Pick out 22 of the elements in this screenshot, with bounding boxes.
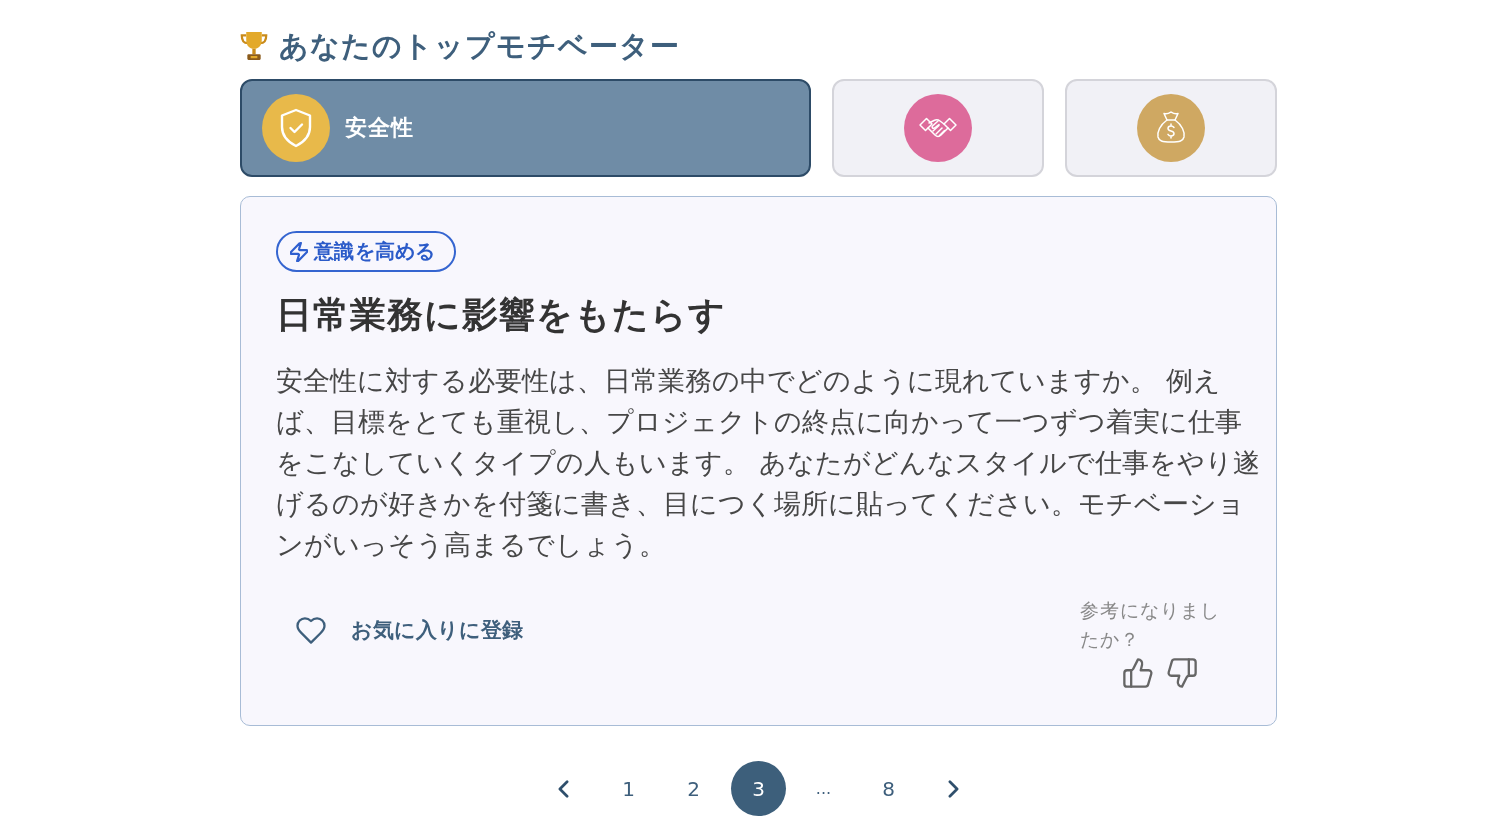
section-title: あなたのトップモチベーター bbox=[279, 28, 680, 65]
favorite-button[interactable]: お気に入りに登録 bbox=[276, 610, 543, 650]
thumbs-up-icon bbox=[1123, 658, 1153, 688]
thumbs-down-button[interactable] bbox=[1167, 658, 1197, 688]
feedback-question: 参考になりましたか？ bbox=[1080, 598, 1221, 652]
trophy-icon bbox=[240, 31, 268, 61]
page-button[interactable]: 8 bbox=[861, 761, 916, 816]
motivator-card[interactable] bbox=[1065, 79, 1277, 177]
chevron-right-icon bbox=[948, 779, 959, 798]
motivator-card[interactable]: 安全性 bbox=[240, 79, 812, 177]
chevron-left-icon bbox=[558, 779, 569, 798]
detail-body: 安全性に対する必要性は、日常業務の中でどのように現れていますか。 例えば、目標をとても重視し、プロジェクトの終点に向かって一つずつ着実に仕事をこなしていくタイプの人もいます。 あなたがどんなスタイルで仕事をやり遂げるのが好きかを付箋に書き、目につく場所に貼ってください。モチベーションがいっそう高まるでしょう。 bbox=[276, 364, 1261, 562]
pagination-ellipsis: ... bbox=[814, 778, 833, 800]
motivator-card[interactable] bbox=[832, 79, 1045, 177]
page-button[interactable]: 2 bbox=[666, 761, 721, 816]
page-button[interactable]: 3 bbox=[731, 761, 786, 816]
thumbs-up-button[interactable] bbox=[1123, 658, 1153, 688]
tag-label: 意識を高める bbox=[314, 238, 436, 265]
page-button[interactable]: 1 bbox=[601, 761, 656, 816]
thumbs-down-icon bbox=[1167, 658, 1197, 688]
lightning-icon bbox=[290, 241, 308, 262]
detail-heading: 日常業務に影響をもたらす bbox=[276, 293, 727, 337]
